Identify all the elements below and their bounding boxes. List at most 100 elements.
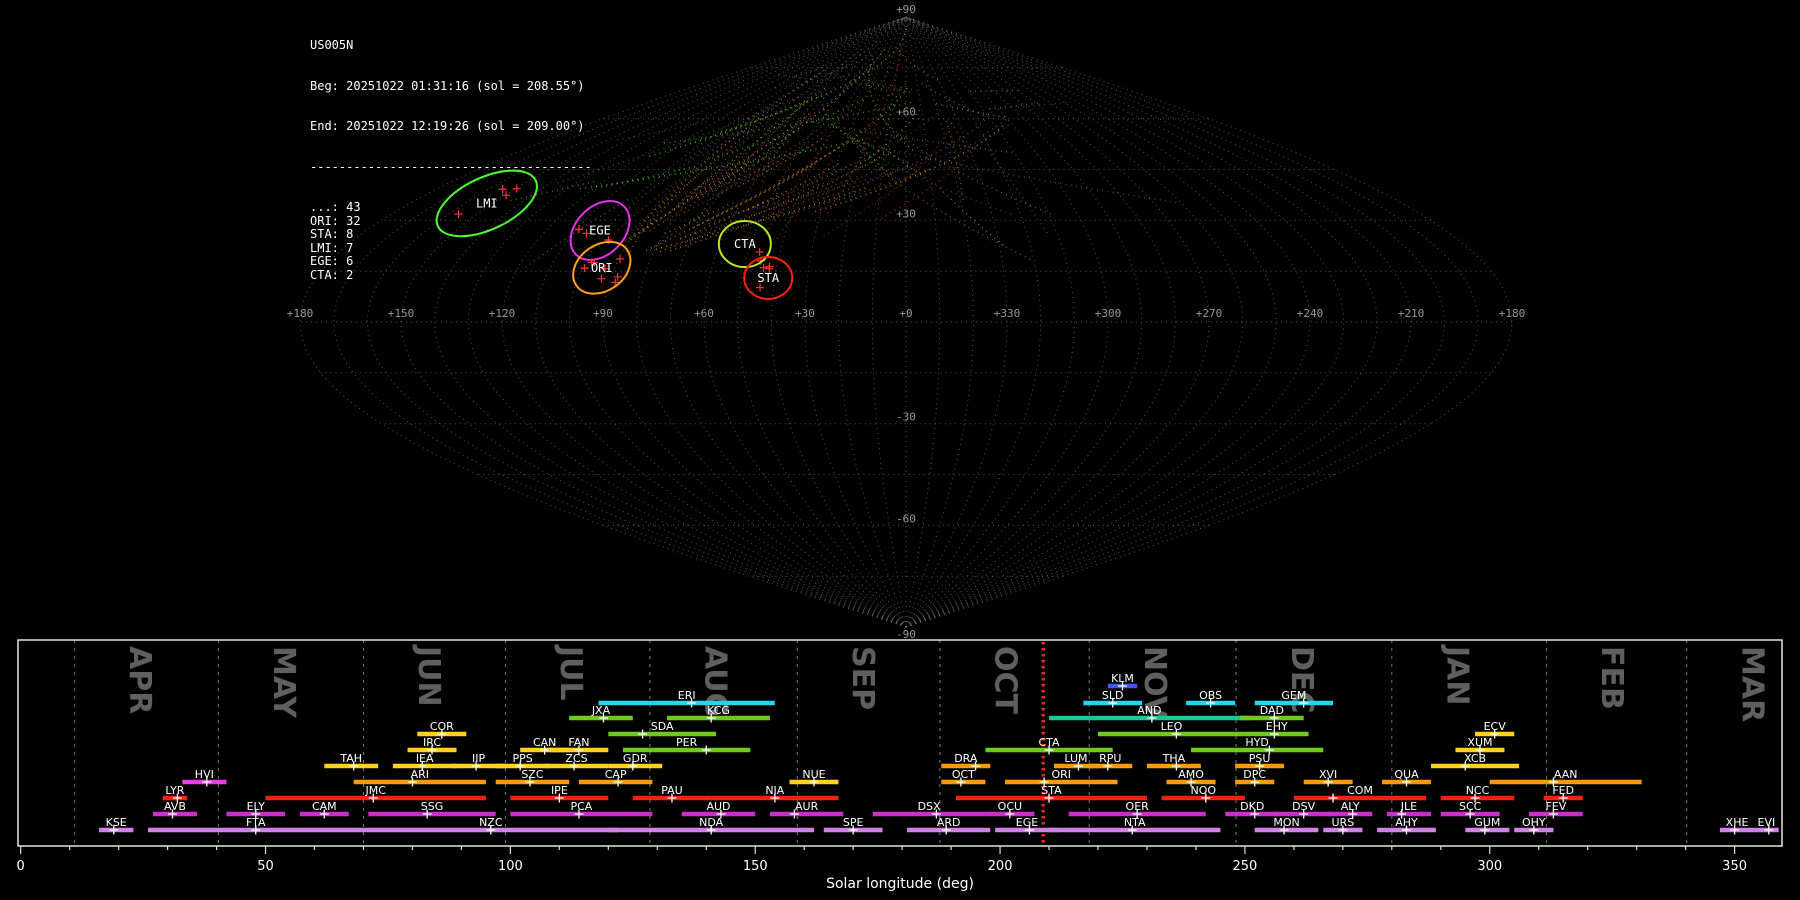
x-tick-label: 200 — [988, 859, 1013, 874]
grid-meridian — [669, 16, 907, 628]
radiant-label-EGE: EGE — [589, 224, 611, 238]
shower-label-LEO: LEO — [1161, 720, 1183, 733]
radiant-label-ORI: ORI — [591, 261, 613, 275]
radiant-label-CTA: CTA — [734, 237, 756, 251]
peak-marker-COM — [1328, 793, 1338, 803]
meteor-trail — [778, 84, 910, 182]
x-tick-label: 50 — [257, 859, 274, 874]
ra-tick-label: +270 — [1196, 307, 1223, 320]
scene-svg: +180 +150 +120 +90 +60 +30 +0 +330 +300 +270 +240 +… — [17, 3, 1783, 892]
shower-label-ZCS: ZCS — [565, 752, 587, 765]
shower-label-DAD: DAD — [1260, 704, 1284, 717]
meteor-trail — [875, 109, 957, 205]
radiant-CTA: CTA — [717, 220, 772, 269]
shower-count-EGE: EGE: 6 — [310, 254, 354, 268]
shower-label-JXA: JXA — [591, 704, 611, 717]
shower-label-FEV: FEV — [1545, 800, 1566, 813]
ra-tick-label: +240 — [1297, 307, 1324, 320]
ra-tick-label: +90 — [593, 307, 613, 320]
meteor-trail — [821, 101, 832, 125]
shower-count-sporadic: ...: 43 — [310, 200, 361, 214]
meteor-trail — [982, 118, 1007, 136]
meteor-trail — [642, 119, 765, 233]
x-tick-label: 100 — [498, 859, 523, 874]
shower-label-ARD: ARD — [937, 816, 961, 829]
meteor-trail — [617, 120, 709, 141]
shower-label-NCC: NCC — [1466, 784, 1490, 797]
dec-tick-label: -30 — [896, 411, 916, 424]
meteor-trail — [649, 100, 807, 158]
meteor-trail — [950, 121, 967, 147]
ra-tick-label: +180 — [1499, 307, 1526, 320]
meteor-trail — [627, 133, 754, 235]
meteor-trail — [740, 100, 807, 169]
shower-label-XCB: XCB — [1464, 752, 1486, 765]
shower-label-RPU: RPU — [1099, 752, 1121, 765]
meteor-trail — [730, 124, 1010, 215]
shower-label-KSE: KSE — [106, 816, 127, 829]
meteor-trail — [772, 181, 782, 215]
ra-tick-label: +330 — [994, 307, 1021, 320]
meteor-trail — [580, 138, 864, 190]
dec-tick-label: -90 — [896, 628, 916, 641]
shower-label-AND: AND — [1137, 704, 1161, 717]
peak-marker-SDA — [638, 729, 648, 739]
shower-label-AAN: AAN — [1554, 768, 1578, 781]
shower-label-ORI: ORI — [1052, 768, 1072, 781]
x-tick-label: 0 — [17, 859, 25, 874]
grid-meridian — [568, 16, 907, 628]
dec-tick-label: +90 — [896, 3, 916, 16]
x-axis-title: Solar longitude (deg) — [826, 876, 974, 892]
shower-label-CAP: CAP — [605, 768, 627, 781]
shower-label-OCT: OCT — [952, 768, 975, 781]
shower-label-IEA: IEA — [416, 752, 434, 765]
meteor-trail — [697, 49, 886, 199]
meteor-trail — [1016, 101, 1067, 109]
meteor-trail — [685, 68, 826, 161]
ra-tick-label: +30 — [795, 307, 815, 320]
dec-tick-label: -60 — [896, 512, 916, 525]
month-label-JAN: JAN — [1439, 644, 1474, 706]
end-time: End: 20251022 12:19:26 (sol = 209.00°) — [310, 119, 585, 133]
ra-tick-label: +60 — [694, 307, 714, 320]
separator-line: --------------------------------------- — [310, 159, 592, 174]
meteor-trail — [815, 121, 1007, 213]
shower-label-SSG: SSG — [421, 800, 444, 813]
dec-tick-label: +30 — [896, 207, 916, 220]
shower-label-EHY: EHY — [1266, 720, 1288, 733]
meteor-trail — [664, 201, 734, 235]
meteor-trail — [938, 187, 1004, 246]
shower-label-JMC: JMC — [365, 784, 387, 797]
x-tick-label: 350 — [1722, 859, 1747, 874]
shower-label-PPS: PPS — [513, 752, 533, 765]
grid-meridian — [804, 16, 907, 628]
meteor-trail — [629, 67, 831, 208]
shower-label-NOO: NOO — [1191, 784, 1217, 797]
shower-label-LYR: LYR — [165, 784, 184, 797]
header-info: US005N Beg: 20251022 01:31:16 (sol = 208… — [310, 12, 592, 309]
shower-label-LUM: LUM — [1064, 752, 1087, 765]
shower-label-PCA: PCA — [570, 800, 592, 813]
meteor-trail — [689, 142, 817, 200]
x-tick-label: 150 — [743, 859, 768, 874]
shower-label-STA: STA — [1041, 784, 1062, 797]
shower-label-THA: THA — [1162, 752, 1186, 765]
grid-meridian — [602, 16, 907, 628]
shower-label-AVB: AVB — [164, 800, 186, 813]
shower-label-MON: MON — [1273, 816, 1299, 829]
begin-time: Beg: 20251022 01:31:16 (sol = 208.55°) — [310, 78, 585, 93]
shower-label-DRA: DRA — [954, 752, 978, 765]
shower-label-NTA: NTA — [1124, 816, 1146, 829]
meteor-trail — [606, 178, 681, 242]
meteor-trail — [655, 186, 869, 250]
meteor-trail — [828, 121, 909, 164]
shower-label-TAH: TAH — [339, 752, 362, 765]
x-tick-label: 300 — [1477, 859, 1502, 874]
month-label-MAR: MAR — [1734, 646, 1769, 722]
meteor-trail — [747, 180, 766, 244]
station-id: US005N — [310, 38, 354, 52]
meteor-trail — [765, 66, 878, 235]
meteor-marker — [597, 274, 606, 283]
shower-label-EVI: EVI — [1758, 816, 1776, 829]
shower-label-XHE: XHE — [1726, 816, 1749, 829]
